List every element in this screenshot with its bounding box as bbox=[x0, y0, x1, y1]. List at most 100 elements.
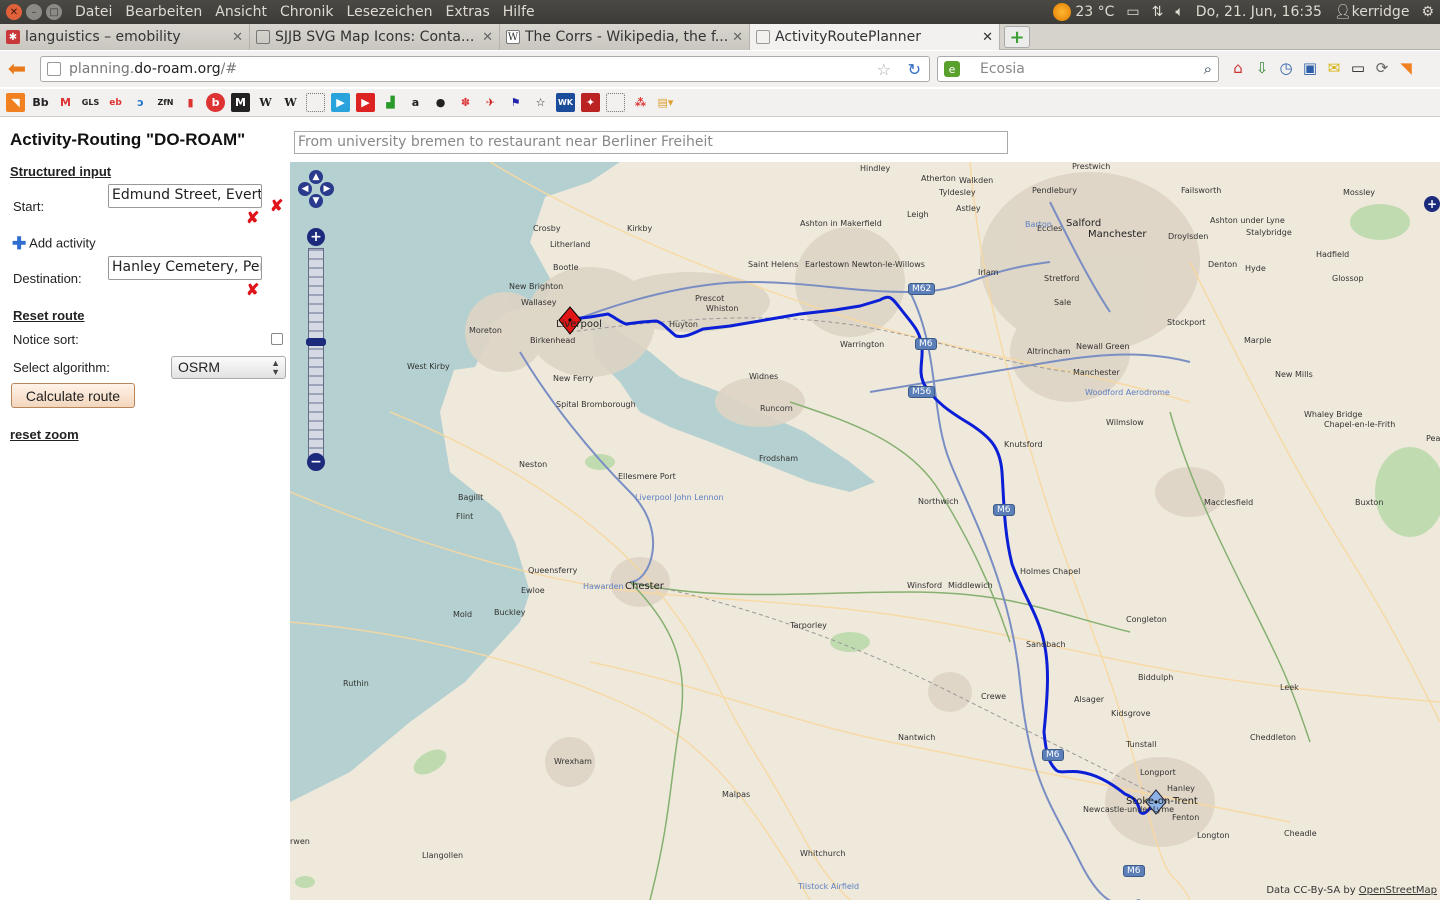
blank-page-icon[interactable] bbox=[306, 93, 325, 112]
place-label: Northwich bbox=[918, 497, 959, 506]
pan-left-icon[interactable]: ◀ bbox=[298, 182, 312, 196]
pan-down-icon[interactable]: ▼ bbox=[309, 194, 323, 208]
bb-icon[interactable]: Bb bbox=[31, 93, 50, 112]
wikipedia-bm2-icon[interactable]: W bbox=[281, 93, 300, 112]
layer-switcher-icon[interactable]: + bbox=[1424, 196, 1440, 212]
plane-icon[interactable]: ✈ bbox=[481, 93, 500, 112]
ebay-icon[interactable]: eb bbox=[106, 93, 125, 112]
weather-indicator[interactable]: 23 °C bbox=[1052, 3, 1114, 21]
record-icon[interactable]: ● bbox=[431, 93, 450, 112]
gmail-icon[interactable]: M bbox=[56, 93, 75, 112]
bookmark-star-icon[interactable]: ☆ bbox=[877, 60, 891, 79]
user-menu[interactable]: 👤︎kerridge bbox=[1334, 4, 1410, 20]
tab-close-icon[interactable]: ✕ bbox=[232, 30, 243, 45]
sync-icon[interactable]: ⟳ bbox=[1372, 57, 1392, 79]
menu-hilfe[interactable]: Hilfe bbox=[503, 4, 535, 20]
place-label: Hyde bbox=[1245, 264, 1266, 273]
wikipedia-bm-icon[interactable]: W bbox=[256, 93, 275, 112]
start-input[interactable]: Edmund Street, Everton bbox=[108, 184, 262, 208]
note-icon[interactable]: ✉ bbox=[1324, 57, 1344, 79]
tab-close-icon[interactable]: ✕ bbox=[982, 30, 993, 45]
dots-icon[interactable]: ⁂ bbox=[631, 93, 650, 112]
menu-datei[interactable]: Datei bbox=[75, 4, 112, 20]
paw-icon[interactable]: ✽ bbox=[456, 93, 475, 112]
tab-close-icon[interactable]: ✕ bbox=[732, 30, 743, 45]
calculate-route-button[interactable]: Calculate route bbox=[11, 383, 135, 408]
wk-icon[interactable]: WK bbox=[556, 93, 575, 112]
star-icon[interactable]: ☆ bbox=[531, 93, 550, 112]
puma-icon[interactable]: ✦ bbox=[581, 93, 600, 112]
m-icon[interactable]: M bbox=[231, 93, 250, 112]
notice-sort-checkbox[interactable] bbox=[271, 333, 283, 345]
reset-zoom-link[interactable]: reset zoom bbox=[10, 427, 79, 442]
menu-ansicht[interactable]: Ansicht bbox=[215, 4, 267, 20]
reload-icon[interactable]: ↻ bbox=[908, 60, 921, 79]
site-identity-icon[interactable] bbox=[47, 62, 61, 76]
download-icon[interactable]: ⇩ bbox=[1252, 57, 1272, 79]
play-icon[interactable]: ▶ bbox=[331, 93, 350, 112]
place-label: Manchester bbox=[1088, 229, 1147, 240]
rss-feed-icon[interactable]: ◥ bbox=[1396, 57, 1416, 79]
destination-input[interactable]: Hanley Cemetery, Penkhull bbox=[108, 256, 262, 280]
tab-sjjb[interactable]: SJJB SVG Map Icons: Conta... ✕ bbox=[250, 24, 500, 50]
window-maximize-icon[interactable]: □ bbox=[46, 4, 62, 20]
search-icon[interactable]: ⌕ bbox=[1204, 60, 1212, 78]
map-view[interactable]: Hindley Atherton Walkden Prestwich Pendlebur… bbox=[290, 162, 1440, 900]
zoom-in-icon[interactable]: + bbox=[307, 228, 325, 246]
openstreetmap-link[interactable]: OpenStreetMap bbox=[1359, 885, 1437, 896]
tab-activityrouteplanner[interactable]: ActivityRoutePlanner ✕ bbox=[750, 24, 1000, 50]
stats-icon[interactable]: ▟ bbox=[381, 93, 400, 112]
folder-icon[interactable]: ▤▾ bbox=[656, 93, 675, 112]
url-bar[interactable]: planning. do-roam.org/# ☆ ↻ bbox=[40, 56, 930, 82]
zfn-icon[interactable]: ZfN bbox=[156, 93, 175, 112]
menu-lesezeichen[interactable]: Lesezeichen bbox=[347, 4, 433, 20]
pan-up-icon[interactable]: ▲ bbox=[309, 170, 323, 184]
zoom-slider-handle[interactable] bbox=[306, 338, 326, 346]
addon-star-icon[interactable]: ▣ bbox=[1300, 57, 1320, 79]
structured-input-link[interactable]: Structured input bbox=[10, 164, 111, 179]
battery-icon[interactable]: ▭ bbox=[1126, 4, 1139, 20]
clock[interactable]: Do, 21. Jun, 16:35 bbox=[1196, 4, 1322, 20]
place-label: Chapel-en-le-Frith bbox=[1324, 420, 1396, 429]
natural-language-query-input[interactable]: From university bremen to restaurant nea… bbox=[294, 131, 1008, 154]
menu-extras[interactable]: Extras bbox=[446, 4, 490, 20]
settings-gear-icon[interactable]: ⚙︎ bbox=[1421, 4, 1434, 20]
remove-start-icon[interactable]: ✘ bbox=[270, 196, 283, 216]
ecosia-icon[interactable]: e bbox=[944, 61, 960, 77]
back-arrow-icon[interactable]: ⬅ bbox=[0, 55, 34, 83]
clear-start-icon[interactable]: ✘ bbox=[246, 208, 259, 228]
network-icon[interactable]: ⇅ bbox=[1152, 4, 1164, 20]
rss-icon[interactable]: ◥ bbox=[6, 93, 25, 112]
zoom-bar[interactable] bbox=[308, 248, 324, 464]
tab-close-icon[interactable]: ✕ bbox=[482, 30, 493, 45]
zoom-out-icon[interactable]: − bbox=[307, 453, 325, 471]
bahn-icon[interactable]: ▮ bbox=[181, 93, 200, 112]
tab-wikipedia[interactable]: W The Corrs - Wikipedia, the f... ✕ bbox=[500, 24, 750, 50]
add-activity-button[interactable]: ✚ Add activity bbox=[12, 234, 96, 254]
tab-languistics[interactable]: ✱ languistics – emobility ✕ bbox=[0, 24, 250, 50]
clock-icon[interactable]: ◷ bbox=[1276, 57, 1296, 79]
home-icon[interactable]: ⌂ bbox=[1228, 57, 1248, 79]
menu-chronik[interactable]: Chronik bbox=[280, 4, 334, 20]
youtube-icon[interactable]: ▶ bbox=[356, 93, 375, 112]
new-tab-button[interactable]: + bbox=[1004, 26, 1030, 48]
reset-route-link[interactable]: Reset route bbox=[13, 308, 85, 323]
window-close-icon[interactable]: ✕ bbox=[6, 4, 22, 20]
place-label: Spital Bromborough bbox=[556, 400, 636, 409]
window-icon[interactable]: ▭ bbox=[1348, 57, 1368, 79]
menu-bearbeiten[interactable]: Bearbeiten bbox=[125, 4, 202, 20]
pan-right-icon[interactable]: ▶ bbox=[320, 182, 334, 196]
algorithm-select[interactable]: OSRM ▲ ▼ bbox=[171, 356, 286, 379]
place-label: Sale bbox=[1054, 298, 1072, 307]
window-minimize-icon[interactable]: – bbox=[26, 4, 42, 20]
volume-icon[interactable]: 🔈︎ bbox=[1175, 4, 1183, 20]
amazon-icon[interactable]: a bbox=[406, 93, 425, 112]
b-icon[interactable]: b bbox=[206, 93, 225, 112]
search-bar[interactable]: e Ecosia ⌕ bbox=[937, 56, 1219, 82]
gls-icon[interactable]: GLS bbox=[81, 93, 100, 112]
flag-icon[interactable]: ⚑ bbox=[506, 93, 525, 112]
place-label: Buckley bbox=[494, 608, 526, 617]
clear-destination-icon[interactable]: ✘ bbox=[246, 280, 259, 300]
blank-page2-icon[interactable] bbox=[606, 93, 625, 112]
spiral-icon[interactable]: ↄ bbox=[131, 93, 150, 112]
